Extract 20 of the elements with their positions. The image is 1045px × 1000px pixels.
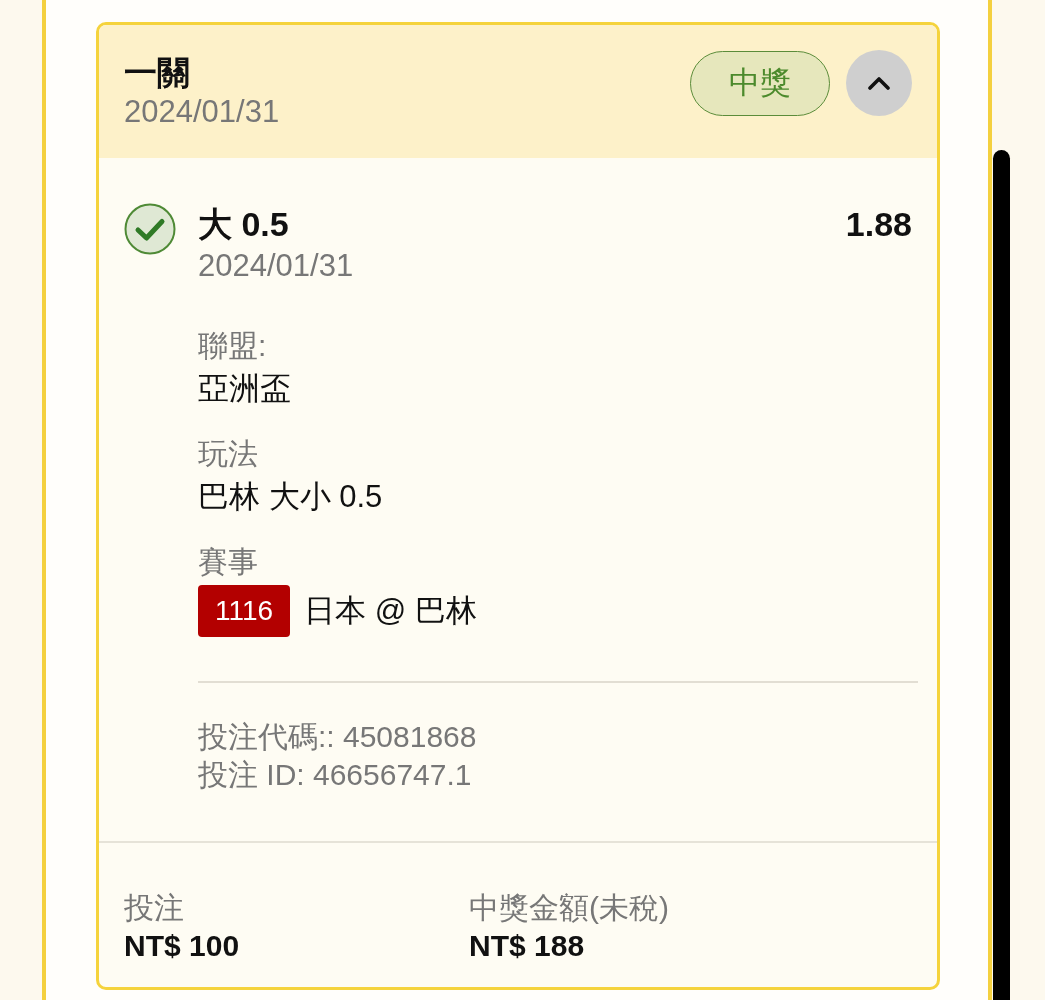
bet-info-text: 投注 ID: 46656747.1 bbox=[198, 757, 473, 793]
field-value: 亞洲盃 bbox=[198, 370, 292, 408]
field-label: 聯盟: bbox=[198, 328, 268, 364]
summary-value: NT$ 100 bbox=[124, 928, 241, 964]
scrollbar-thumb[interactable] bbox=[993, 150, 1010, 1000]
match-name: 日本 @ 巴林 bbox=[304, 592, 477, 630]
ticket-title: 一關 bbox=[124, 52, 191, 92]
summary-label: 中獎金額(未稅) bbox=[469, 890, 670, 926]
pick-date: 2024/01/31 bbox=[198, 247, 355, 285]
status-badge: 中獎 bbox=[690, 50, 830, 116]
field-value: 巴林 大小 0.5 bbox=[198, 478, 384, 516]
field-label: 玩法 bbox=[198, 436, 259, 472]
ticket-date: 2024/01/31 bbox=[124, 92, 280, 131]
summary-label: 投注 bbox=[124, 890, 185, 926]
match-code-badge: 1116 bbox=[198, 585, 291, 637]
pick-label: 大 0.5 bbox=[198, 204, 289, 245]
bet-info-text: 投注代碼:: 45081868 bbox=[198, 719, 478, 755]
field-label: 賽事 bbox=[198, 544, 259, 580]
odds-value: 1.88 bbox=[845, 204, 912, 245]
summary-value: NT$ 188 bbox=[469, 928, 586, 964]
